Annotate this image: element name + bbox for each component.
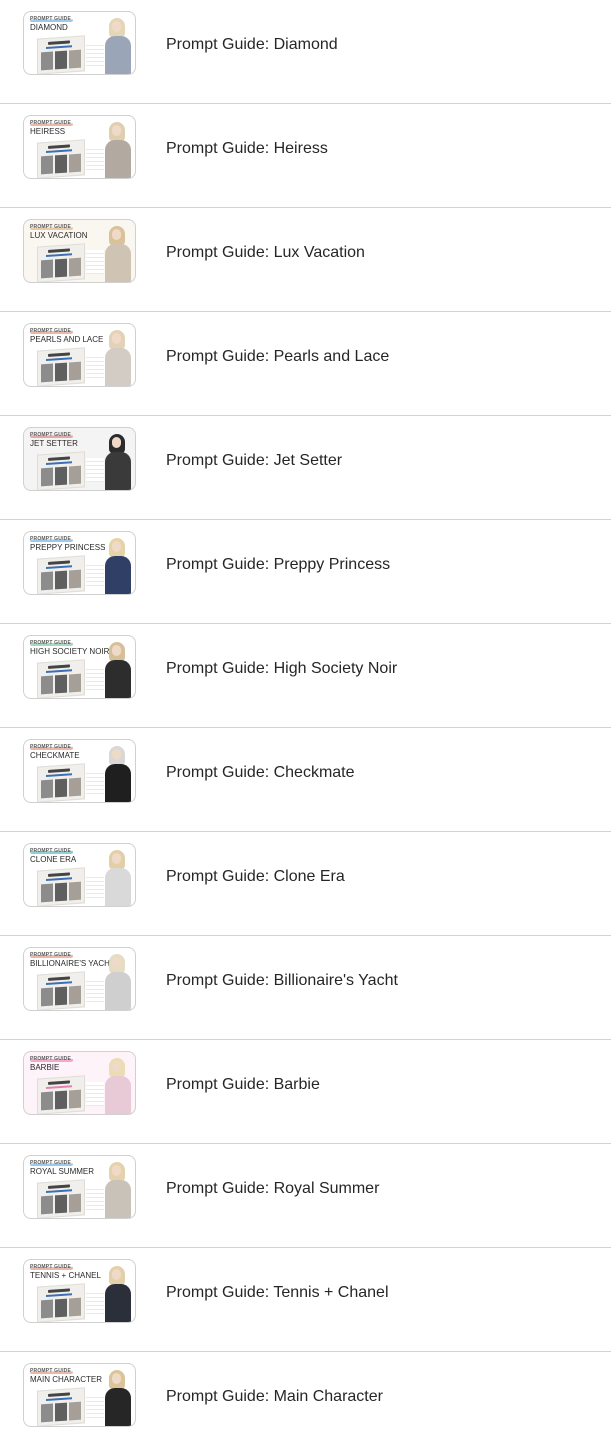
thumbnail-title: CLONE ERA	[30, 855, 77, 864]
guide-thumbnail[interactable]: PROMPT GUIDE TENNIS + CHANEL	[23, 1259, 136, 1323]
thumbnail-tag: PROMPT GUIDE	[30, 16, 74, 22]
thumbnail-title: HEIRESS	[30, 127, 66, 136]
guide-title[interactable]: Prompt Guide: Royal Summer	[166, 1179, 379, 1199]
guide-title[interactable]: Prompt Guide: Jet Setter	[166, 451, 342, 471]
guide-thumbnail[interactable]: PROMPT GUIDE JET SETTER	[23, 427, 136, 491]
thumbnail-tag: PROMPT GUIDE	[30, 328, 74, 334]
thumbnail-tag: PROMPT GUIDE	[30, 1368, 74, 1374]
thumbnail-title: PREPPY PRINCESS	[30, 543, 106, 552]
thumbnail-tag: PROMPT GUIDE	[30, 952, 74, 958]
model-photo	[101, 324, 135, 386]
list-item-10[interactable]: PROMPT GUIDE BILLIONAIRE'S YACHT Prompt …	[0, 936, 611, 1040]
list-item-3[interactable]: PROMPT GUIDE LUX VACATION Prompt Guide: …	[0, 208, 611, 312]
booklet-preview-image	[37, 243, 85, 282]
model-photo	[101, 948, 135, 1010]
thumbnail-tag: PROMPT GUIDE	[30, 224, 74, 230]
guide-title[interactable]: Prompt Guide: Pearls and Lace	[166, 347, 389, 367]
thumbnail-tag: PROMPT GUIDE	[30, 120, 74, 126]
prompt-guide-list: PROMPT GUIDE DIAMOND Prompt Guide: Diamo…	[0, 0, 611, 1440]
guide-thumbnail[interactable]: PROMPT GUIDE BILLIONAIRE'S YACHT	[23, 947, 136, 1011]
guide-title[interactable]: Prompt Guide: Barbie	[166, 1075, 320, 1095]
guide-title[interactable]: Prompt Guide: Checkmate	[166, 763, 355, 783]
model-photo	[101, 740, 135, 802]
list-item-11[interactable]: PROMPT GUIDE BARBIE Prompt Guide: Barbie	[0, 1040, 611, 1144]
booklet-preview-image	[37, 1283, 85, 1322]
guide-thumbnail[interactable]: PROMPT GUIDE BARBIE	[23, 1051, 136, 1115]
booklet-preview-image	[37, 139, 85, 178]
guide-title[interactable]: Prompt Guide: Tennis + Chanel	[166, 1283, 389, 1303]
booklet-preview-image	[37, 1179, 85, 1218]
thumbnail-title: TENNIS + CHANEL	[30, 1271, 101, 1280]
model-photo	[101, 1364, 135, 1426]
model-photo	[101, 428, 135, 490]
thumbnail-tag: PROMPT GUIDE	[30, 1160, 74, 1166]
guide-title[interactable]: Prompt Guide: High Society Noir	[166, 659, 397, 679]
model-photo	[101, 1156, 135, 1218]
guide-thumbnail[interactable]: PROMPT GUIDE LUX VACATION	[23, 219, 136, 283]
thumbnail-title: HIGH SOCIETY NOIR	[30, 647, 110, 656]
model-photo	[101, 1052, 135, 1114]
guide-thumbnail[interactable]: PROMPT GUIDE CHECKMATE	[23, 739, 136, 803]
model-photo	[101, 220, 135, 282]
guide-thumbnail[interactable]: PROMPT GUIDE DIAMOND	[23, 11, 136, 75]
thumbnail-title: ROYAL SUMMER	[30, 1167, 95, 1176]
thumbnail-tag: PROMPT GUIDE	[30, 640, 74, 646]
guide-title[interactable]: Prompt Guide: Preppy Princess	[166, 555, 390, 575]
thumbnail-tag: PROMPT GUIDE	[30, 1264, 74, 1270]
booklet-preview-image	[37, 1387, 85, 1426]
guide-thumbnail[interactable]: PROMPT GUIDE MAIN CHARACTER	[23, 1363, 136, 1427]
thumbnail-title: DIAMOND	[30, 23, 68, 32]
list-item-9[interactable]: PROMPT GUIDE CLONE ERA Prompt Guide: Clo…	[0, 832, 611, 936]
model-photo	[101, 636, 135, 698]
list-item-14[interactable]: PROMPT GUIDE MAIN CHARACTER Prompt Guide…	[0, 1352, 611, 1440]
booklet-preview-image	[37, 1075, 85, 1114]
thumbnail-tag: PROMPT GUIDE	[30, 1056, 74, 1062]
guide-title[interactable]: Prompt Guide: Billionaire's Yacht	[166, 971, 398, 991]
thumbnail-tag: PROMPT GUIDE	[30, 536, 74, 542]
list-item-4[interactable]: PROMPT GUIDE PEARLS AND LACE Prompt Guid…	[0, 312, 611, 416]
guide-title[interactable]: Prompt Guide: Heiress	[166, 139, 328, 159]
thumbnail-tag: PROMPT GUIDE	[30, 848, 74, 854]
thumbnail-title: PEARLS AND LACE	[30, 335, 104, 344]
guide-title[interactable]: Prompt Guide: Clone Era	[166, 867, 345, 887]
thumbnail-title: CHECKMATE	[30, 751, 80, 760]
booklet-preview-image	[37, 659, 85, 698]
guide-thumbnail[interactable]: PROMPT GUIDE HIGH SOCIETY NOIR	[23, 635, 136, 699]
list-item-8[interactable]: PROMPT GUIDE CHECKMATE Prompt Guide: Che…	[0, 728, 611, 832]
guide-thumbnail[interactable]: PROMPT GUIDE CLONE ERA	[23, 843, 136, 907]
booklet-preview-image	[37, 347, 85, 386]
booklet-preview-image	[37, 763, 85, 802]
guide-thumbnail[interactable]: PROMPT GUIDE PEARLS AND LACE	[23, 323, 136, 387]
booklet-preview-image	[37, 867, 85, 906]
guide-title[interactable]: Prompt Guide: Lux Vacation	[166, 243, 365, 263]
model-photo	[101, 12, 135, 74]
list-item-7[interactable]: PROMPT GUIDE HIGH SOCIETY NOIR Prompt Gu…	[0, 624, 611, 728]
model-photo	[101, 1260, 135, 1322]
booklet-preview-image	[37, 451, 85, 490]
guide-title[interactable]: Prompt Guide: Diamond	[166, 35, 338, 55]
guide-thumbnail[interactable]: PROMPT GUIDE PREPPY PRINCESS	[23, 531, 136, 595]
model-photo	[101, 116, 135, 178]
booklet-preview-image	[37, 971, 85, 1010]
booklet-preview-image	[37, 35, 85, 74]
model-photo	[101, 844, 135, 906]
thumbnail-title: BARBIE	[30, 1063, 60, 1072]
thumbnail-title: MAIN CHARACTER	[30, 1375, 103, 1384]
guide-thumbnail[interactable]: PROMPT GUIDE HEIRESS	[23, 115, 136, 179]
thumbnail-tag: PROMPT GUIDE	[30, 744, 74, 750]
list-item-13[interactable]: PROMPT GUIDE TENNIS + CHANEL Prompt Guid…	[0, 1248, 611, 1352]
thumbnail-title: JET SETTER	[30, 439, 78, 448]
thumbnail-title: LUX VACATION	[30, 231, 88, 240]
guide-title[interactable]: Prompt Guide: Main Character	[166, 1387, 383, 1407]
booklet-preview-image	[37, 555, 85, 594]
list-item-12[interactable]: PROMPT GUIDE ROYAL SUMMER Prompt Guide: …	[0, 1144, 611, 1248]
list-item-6[interactable]: PROMPT GUIDE PREPPY PRINCESS Prompt Guid…	[0, 520, 611, 624]
guide-thumbnail[interactable]: PROMPT GUIDE ROYAL SUMMER	[23, 1155, 136, 1219]
model-photo	[101, 532, 135, 594]
list-item-2[interactable]: PROMPT GUIDE HEIRESS Prompt Guide: Heire…	[0, 104, 611, 208]
list-item-5[interactable]: PROMPT GUIDE JET SETTER Prompt Guide: Je…	[0, 416, 611, 520]
list-item-1[interactable]: PROMPT GUIDE DIAMOND Prompt Guide: Diamo…	[0, 0, 611, 104]
thumbnail-tag: PROMPT GUIDE	[30, 432, 74, 438]
